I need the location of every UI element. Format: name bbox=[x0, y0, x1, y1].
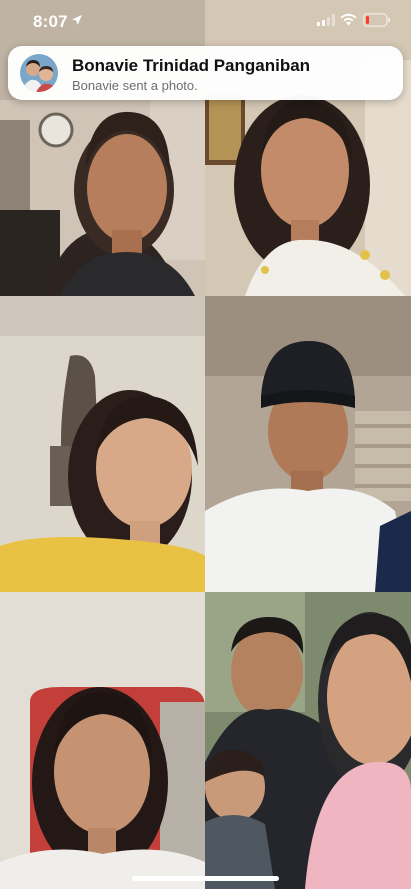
video-tile-5[interactable] bbox=[0, 592, 205, 889]
video-tile-3[interactable] bbox=[0, 296, 205, 592]
wifi-icon bbox=[340, 13, 357, 26]
status-time: 8:07 bbox=[33, 12, 68, 31]
video-tile-6[interactable] bbox=[205, 592, 411, 889]
notification-sender: Bonavie Trinidad Panganiban bbox=[72, 56, 311, 75]
home-indicator[interactable] bbox=[132, 876, 279, 881]
message-notification[interactable]: Bonavie Trinidad Panganiban Bonavie sent… bbox=[8, 46, 403, 100]
video-tile-1[interactable] bbox=[0, 0, 205, 296]
battery-low-icon bbox=[363, 13, 390, 27]
video-tile-2[interactable] bbox=[205, 0, 411, 296]
video-tile-4[interactable] bbox=[205, 296, 411, 592]
sender-avatar bbox=[20, 54, 58, 92]
video-grid bbox=[0, 0, 411, 889]
location-arrow-icon bbox=[72, 15, 82, 25]
status-bar: 8:07 bbox=[0, 0, 411, 44]
cellular-signal-icon bbox=[317, 14, 335, 26]
notification-message: Bonavie sent a photo. bbox=[72, 78, 198, 93]
